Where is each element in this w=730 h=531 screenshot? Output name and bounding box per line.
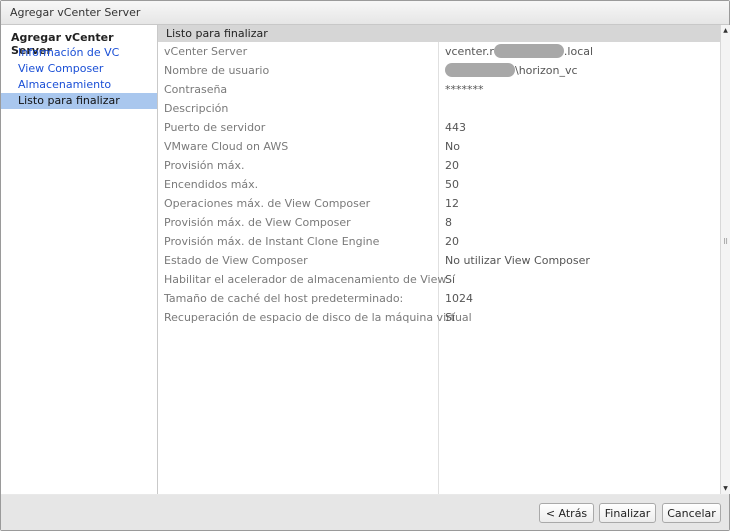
row-label: Operaciones máx. de View Composer (164, 197, 371, 210)
wizard-nav: Agregar vCenter Server Información de VC… (1, 25, 158, 494)
summary-row: Nombre de usuario \horizon_vc (158, 61, 720, 80)
dialog-footer: < Atrás Finalizar Cancelar (1, 495, 729, 530)
row-value: Sí (445, 311, 456, 324)
cancel-button[interactable]: Cancelar (662, 503, 721, 523)
back-button[interactable]: < Atrás (539, 503, 594, 523)
finish-button[interactable]: Finalizar (599, 503, 656, 523)
row-label: Provisión máx. de View Composer (164, 216, 351, 229)
row-label: Descripción (164, 102, 229, 115)
row-value: 443 (445, 121, 466, 134)
summary-row: Encendidos máx. 50 (158, 175, 720, 194)
row-label: Estado de View Composer (164, 254, 308, 267)
username-suffix: \horizon_vc (515, 64, 578, 77)
row-label: Puerto de servidor (164, 121, 266, 134)
dialog-titlebar[interactable]: Agregar vCenter Server (1, 1, 729, 25)
summary-row: Operaciones máx. de View Composer 12 (158, 194, 720, 213)
nav-item-storage[interactable]: Almacenamiento (1, 77, 157, 93)
row-value: vcenter.r .local (445, 42, 593, 61)
row-label: vCenter Server (164, 45, 248, 58)
nav-item-vc-info[interactable]: Información de VC (1, 45, 157, 61)
summary-row: Recuperación de espacio de disco de la m… (158, 308, 720, 327)
row-value: 8 (445, 216, 452, 229)
row-value: \horizon_vc (445, 61, 578, 80)
row-value: ******* (445, 83, 484, 96)
summary-panel: Listo para finalizar vCenter Server vcen… (158, 25, 720, 494)
vcenter-host-prefix: vcenter.r (445, 45, 494, 58)
row-value: No utilizar View Composer (445, 254, 590, 267)
add-vcenter-dialog: Agregar vCenter Server Agregar vCenter S… (0, 0, 730, 531)
row-value: 20 (445, 159, 459, 172)
row-label: Contraseña (164, 83, 228, 96)
summary-row: Habilitar el acelerador de almacenamient… (158, 270, 720, 289)
summary-row: Tamaño de caché del host predeterminado:… (158, 289, 720, 308)
row-label: Habilitar el acelerador de almacenamient… (164, 273, 447, 286)
row-value: 12 (445, 197, 459, 210)
nav-item-view-composer[interactable]: View Composer (1, 61, 157, 77)
summary-header: Listo para finalizar (158, 25, 720, 42)
row-label: Recuperación de espacio de disco de la m… (164, 311, 472, 324)
row-label: Provisión máx. (164, 159, 245, 172)
scroll-up-arrow-icon[interactable]: ▲ (721, 26, 730, 35)
summary-row: Provisión máx. de View Composer 8 (158, 213, 720, 232)
row-label: Encendidos máx. (164, 178, 259, 191)
scroll-down-arrow-icon[interactable]: ▼ (721, 484, 730, 493)
vertical-scrollbar[interactable]: ▲ ⠿ ▼ (720, 25, 730, 494)
redacted-block (493, 44, 564, 58)
row-label: VMware Cloud on AWS (164, 140, 289, 153)
nav-item-ready-to-complete[interactable]: Listo para finalizar (1, 93, 157, 109)
summary-row: Puerto de servidor 443 (158, 118, 720, 137)
summary-row: VMware Cloud on AWS No (158, 137, 720, 156)
summary-row: Estado de View Composer No utilizar View… (158, 251, 720, 270)
summary-row: Descripción (158, 99, 720, 118)
row-value: 1024 (445, 292, 473, 305)
summary-row: Provisión máx. de Instant Clone Engine 2… (158, 232, 720, 251)
row-value: 50 (445, 178, 459, 191)
row-value: No (445, 140, 460, 153)
row-value: 20 (445, 235, 459, 248)
resize-grip-icon[interactable]: ⠿ (723, 238, 728, 246)
redacted-block (445, 63, 515, 77)
row-value: Sí (445, 273, 456, 286)
row-label: Provisión máx. de Instant Clone Engine (164, 235, 380, 248)
summary-row: Contraseña ******* (158, 80, 720, 99)
summary-row: vCenter Server vcenter.r .local (158, 42, 720, 61)
row-label: Nombre de usuario (164, 64, 270, 77)
wizard-body: Agregar vCenter Server Información de VC… (1, 25, 730, 494)
dialog-title: Agregar vCenter Server (10, 6, 141, 19)
vcenter-host-suffix: .local (563, 45, 594, 58)
summary-row: Provisión máx. 20 (158, 156, 720, 175)
row-label: Tamaño de caché del host predeterminado: (164, 292, 404, 305)
